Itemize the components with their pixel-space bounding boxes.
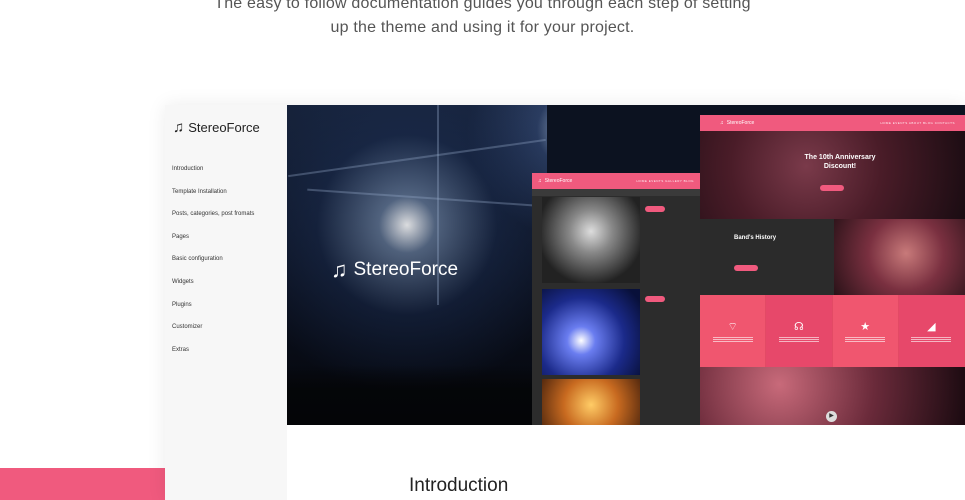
tile-text-placeholder [845, 336, 886, 342]
sidebar-item-customizer[interactable]: Customizer [172, 323, 254, 346]
sidebar-item-extras[interactable]: Extras [172, 346, 254, 369]
headphones-icon: ☊ [793, 320, 804, 333]
mockup-nav: HOME EVENTS GALLERY BLOG [636, 179, 694, 183]
mockup-gallery: ▶ [700, 367, 965, 425]
intro-description: The easy to follow documentation guides … [0, 0, 965, 40]
feature-tile: ☊ [766, 295, 833, 367]
tile-text-placeholder [911, 336, 952, 342]
hero-banner: ♫ StereoForce ♫ StereoForce HOME EVENTS … [287, 105, 965, 425]
doc-sidebar: ♫ StereoForce Introduction Template Inst… [165, 105, 287, 500]
intro-line-2: up the theme and using it for your proje… [330, 19, 635, 36]
sidebar-nav: Introduction Template Installation Posts… [172, 165, 254, 368]
mockup-hero: The 10th Anniversary Discount! [700, 131, 965, 219]
mockup-headline: The 10th Anniversary Discount! [804, 154, 876, 170]
post-excerpt [645, 201, 695, 214]
star-icon: ★ [860, 320, 871, 333]
documentation-preview: ♫ StereoForce Introduction Template Inst… [165, 105, 965, 500]
sidebar-item-posts-categories[interactable]: Posts, categories, post fromats [172, 210, 254, 233]
sidebar-logo[interactable]: ♫ StereoForce [173, 119, 260, 136]
mockup-band-photo [834, 219, 965, 295]
content-heading: Introduction [409, 475, 509, 496]
hero-brand: StereoForce [353, 259, 459, 280]
signal-icon: ◢ [927, 320, 936, 333]
documentation-page: The easy to follow documentation guides … [0, 0, 965, 500]
mockup-section-title: Band's History [734, 235, 777, 241]
post-excerpt [645, 291, 695, 304]
read-more-button [645, 206, 665, 212]
sidebar-brand: StereoForce [188, 120, 260, 135]
mockup-section-button [734, 265, 758, 271]
sidebar-item-widgets[interactable]: Widgets [172, 278, 254, 301]
feature-tile: ★ [832, 295, 899, 367]
hero-logo: ♫ StereoForce [331, 257, 458, 283]
music-note-icon: ♫ [173, 119, 185, 136]
post-thumbnail [542, 197, 640, 283]
tile-text-placeholder [712, 336, 753, 342]
stage-truss [288, 138, 546, 178]
mockup-feature-tiles: ⌔ ☊ ★ ◢ [700, 295, 965, 367]
home-page-mockup: ♫ StereoForce HOME EVENTS ABOUT BLOG CON… [700, 115, 965, 425]
play-icon: ▶ [826, 411, 837, 422]
post-excerpt [645, 383, 695, 385]
sidebar-item-introduction[interactable]: Introduction [172, 165, 254, 188]
music-note-icon: ♫ [331, 257, 348, 282]
mockup-brand: StereoForce [544, 178, 573, 184]
feature-tile: ⌔ [700, 295, 767, 367]
read-more-button [645, 296, 665, 302]
blog-page-mockup: ♫ StereoForce HOME EVENTS GALLERY BLOG [532, 173, 700, 425]
wifi-icon: ⌔ [727, 320, 738, 333]
sidebar-item-basic-configuration[interactable]: Basic configuration [172, 255, 254, 278]
music-note-icon: ♫ [720, 120, 724, 126]
mockup-history-section: Band's History [700, 219, 834, 295]
mockup-nav: HOME EVENTS ABOUT BLOG CONTACTS [880, 121, 955, 125]
mockup-hero-button [820, 185, 844, 191]
sidebar-item-template-installation[interactable]: Template Installation [172, 188, 254, 211]
post-thumbnail [542, 379, 640, 425]
decorative-pink-strip [0, 468, 166, 500]
tile-text-placeholder [778, 336, 819, 342]
sidebar-item-pages[interactable]: Pages [172, 233, 254, 256]
mockup-breadcrumb [532, 189, 700, 196]
feature-tile: ◢ [898, 295, 965, 367]
sidebar-item-plugins[interactable]: Plugins [172, 301, 254, 324]
crowd-silhouette [287, 365, 547, 425]
stage-truss [307, 188, 547, 208]
mockup-header: ♫ StereoForce HOME EVENTS ABOUT BLOG CON… [700, 115, 965, 131]
post-thumbnail [542, 289, 640, 375]
mockup-brand: StereoForce [726, 120, 755, 126]
mockup-header: ♫ StereoForce HOME EVENTS GALLERY BLOG [532, 173, 700, 189]
intro-line-1: The easy to follow documentation guides … [214, 0, 751, 12]
music-note-icon: ♫ [538, 178, 542, 184]
